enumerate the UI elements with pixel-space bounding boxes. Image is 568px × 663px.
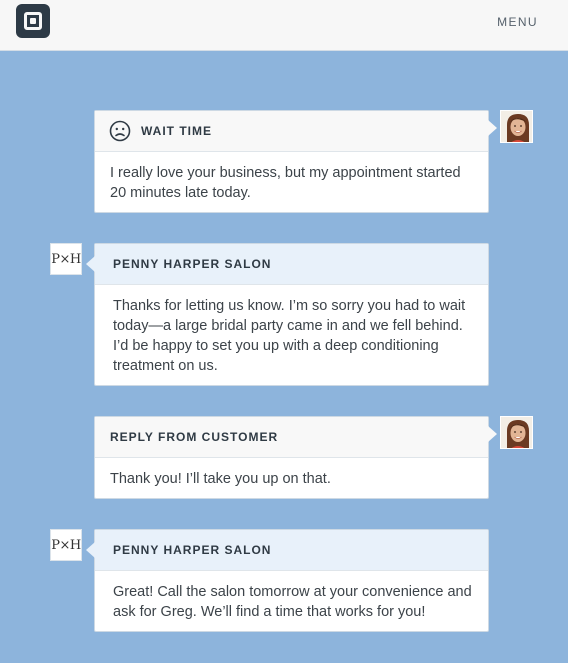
square-logo-icon[interactable] (16, 4, 50, 38)
salon-reply-card: PENNY HARPER SALON Thanks for letting us… (86, 243, 489, 386)
customer-avatar (500, 110, 533, 143)
salon-reply-card: PENNY HARPER SALON Great! Call the salon… (86, 529, 489, 632)
message-title: PENNY HARPER SALON (113, 543, 272, 557)
message-header: REPLY FROM CUSTOMER (95, 417, 488, 458)
bubble-pointer (488, 120, 497, 136)
customer-avatar (500, 416, 533, 449)
bubble-pointer (488, 426, 497, 442)
message-text: Thank you! I’ll take you up on that. (110, 471, 331, 487)
message-text: I really love your business, but my appo… (110, 165, 461, 201)
salon-monogram-avatar: P×H (50, 243, 82, 275)
top-bar: MENU (0, 0, 568, 51)
menu-button[interactable]: MENU (497, 15, 538, 29)
bubble-pointer (86, 542, 95, 558)
bubble-pointer (86, 256, 95, 272)
message-header: PENNY HARPER SALON (95, 530, 488, 571)
customer-message-card: WAIT TIME I really love your business, b… (94, 110, 497, 213)
message-title: WAIT TIME (141, 124, 212, 138)
customer-message-card: REPLY FROM CUSTOMER Thank you! I’ll take… (94, 416, 497, 499)
message-header: WAIT TIME (95, 111, 488, 152)
message-title: REPLY FROM CUSTOMER (110, 430, 279, 444)
sad-face-icon (109, 120, 131, 142)
salon-monogram-avatar: P×H (50, 529, 82, 561)
message-header: PENNY HARPER SALON (95, 244, 488, 285)
message-title: PENNY HARPER SALON (113, 257, 272, 271)
message-text: Thanks for letting us know. I’m so sorry… (113, 298, 466, 374)
message-text: Great! Call the salon tomorrow at your c… (113, 584, 472, 620)
